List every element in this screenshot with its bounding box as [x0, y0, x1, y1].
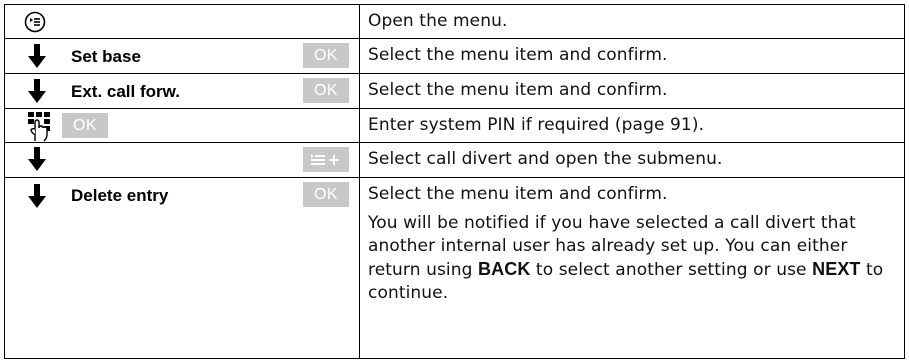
down-arrow-icon	[28, 44, 46, 68]
ok-key: OK	[62, 113, 108, 138]
row-description: Enter system PIN if required (page 91).	[368, 115, 705, 135]
down-arrow-icon	[28, 184, 46, 208]
table-row: Select call divert and open the submenu.	[5, 143, 904, 178]
row-description: Select the menu item and confirm.	[368, 45, 668, 65]
next-key-label: NEXT	[812, 259, 861, 279]
row-description: Open the menu.	[368, 11, 508, 31]
menu-item-label: Ext. call forw.	[71, 82, 180, 101]
menu-item-label: Set base	[71, 47, 141, 66]
instruction-table: Open the menu. Set base OK Select the me…	[4, 4, 905, 359]
row-description: Select the menu item and confirm.	[368, 184, 668, 204]
notification-note: You will be notified if you have selecte…	[368, 212, 894, 305]
keypad-icon	[28, 112, 50, 142]
menu-item-label: Delete entry	[71, 186, 169, 205]
table-row: Set base OK Select the menu item and con…	[5, 39, 904, 74]
table-row: OK Enter system PIN if required (page 91…	[5, 109, 904, 143]
ok-key: OK	[303, 78, 349, 103]
back-key-label: BACK	[478, 259, 531, 279]
table-row: Open the menu.	[5, 5, 904, 39]
down-arrow-icon	[28, 147, 46, 171]
row-description: Select the menu item and confirm.	[368, 80, 668, 100]
table-row: Ext. call forw. OK Select the menu item …	[5, 74, 904, 109]
table-row: Delete entry OK Select the menu item and…	[5, 178, 904, 358]
submenu-key	[303, 147, 349, 172]
menu-key-icon	[24, 11, 46, 33]
ok-key: OK	[303, 182, 349, 207]
note-text: to select another setting or use	[530, 260, 813, 280]
row-description: Select call divert and open the submenu.	[368, 149, 723, 169]
submenu-icon	[311, 154, 339, 165]
down-arrow-icon	[28, 79, 46, 103]
ok-key: OK	[303, 43, 349, 68]
